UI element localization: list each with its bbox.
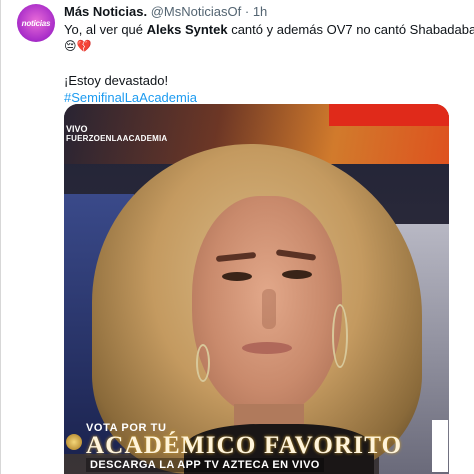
tweet-card[interactable]: noticias Más Noticias. @MsNoticiasOf · 1… [0, 0, 474, 474]
timestamp[interactable]: 1h [253, 4, 267, 19]
tweet-text: Yo, al ver qué Aleks Syntek cantó y adem… [64, 21, 474, 106]
tweet-header: Más Noticias. @MsNoticiasOf · 1h [64, 3, 267, 20]
tweet-text-part2: cantó y además OV7 no cantó Shabadabada. [227, 22, 474, 37]
tweet-line-1: Yo, al ver qué Aleks Syntek cantó y adem… [64, 21, 474, 38]
left-earring [196, 344, 210, 382]
tweet-text-bold-name: Aleks Syntek [146, 22, 228, 37]
line-spacer [64, 55, 464, 72]
stage-red-bar [329, 104, 449, 126]
avatar-logo-text: noticias [21, 18, 51, 28]
banner-main-text: ACADÉMICO FAVORITO [86, 432, 403, 459]
tweet-text-part1: Yo, al ver qué [64, 22, 147, 37]
qr-code-icon [432, 420, 448, 472]
nose [262, 289, 276, 329]
avatar[interactable]: noticias [17, 4, 55, 42]
hashtag-overlay: FUERZOENLAACADEMIA [66, 134, 168, 143]
right-earring [332, 304, 348, 368]
tweet-media-image[interactable]: VIVO FUERZOENLAACADEMIA VOTA POR TU ACAD… [64, 104, 449, 474]
right-eye [282, 270, 312, 279]
tweet-line-2: ¡Estoy devastado! [64, 73, 169, 88]
emoji-row: 😔💔 [64, 39, 92, 53]
left-eye [222, 272, 252, 281]
coin-icon [66, 434, 82, 450]
mouth [242, 342, 292, 354]
user-handle[interactable]: @MsNoticiasOf [151, 4, 242, 19]
live-label: VIVO [66, 124, 88, 134]
separator-dot: · [244, 4, 250, 19]
display-name[interactable]: Más Noticias. [64, 4, 147, 19]
banner-sub-text: DESCARGA LA APP TV AZTECA EN VIVO [86, 458, 324, 472]
